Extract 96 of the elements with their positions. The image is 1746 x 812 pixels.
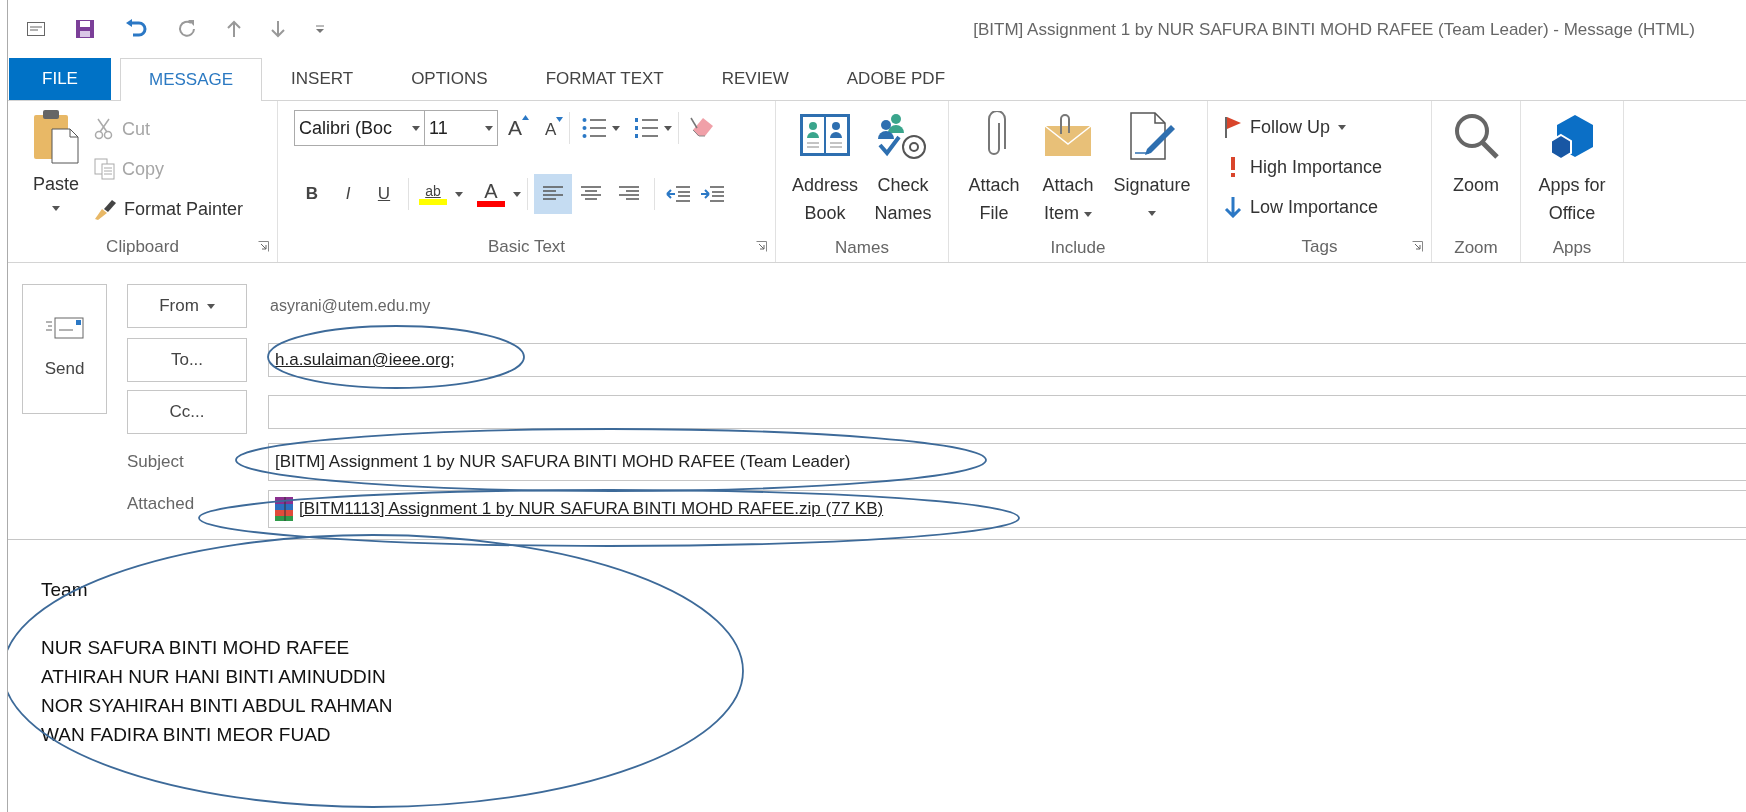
redo-icon[interactable] <box>177 19 197 39</box>
numbering-button[interactable] <box>634 117 673 139</box>
group-label: Names <box>835 236 889 259</box>
save-icon[interactable] <box>75 19 95 39</box>
to-button[interactable]: To... <box>127 338 247 382</box>
magnifier-icon <box>1452 111 1500 161</box>
low-importance-button[interactable]: Low Importance <box>1224 187 1431 227</box>
sender-address: asyrani@utem.edu.my <box>270 296 431 316</box>
body-text-line: NUR SAFURA BINTI MOHD RAFEE <box>41 636 351 660</box>
caret-icon <box>1148 210 1156 216</box>
numbered-list-icon <box>634 117 659 139</box>
attached-label: Attached <box>127 493 196 516</box>
envelope-paperclip-icon <box>1043 114 1093 158</box>
increase-indent-icon <box>700 185 724 203</box>
italic-button[interactable]: I <box>330 176 366 212</box>
dialog-launcher-icon[interactable] <box>756 241 767 252</box>
attachment-link[interactable]: [BITM1113] Assignment 1 by NUR SAFURA BINTI MOHD RAFEE.zip (77 KB) <box>299 496 884 522</box>
caret-icon <box>513 191 521 197</box>
ribbon-tab[interactable]: ADOBE PDF <box>817 58 975 100</box>
group-label: Basic Text <box>487 236 566 259</box>
group-label: Apps <box>1552 236 1592 259</box>
exclamation-icon <box>1231 157 1235 177</box>
clear-formatting-button[interactable] <box>689 116 716 140</box>
ribbon-tab[interactable]: FILE <box>9 58 111 100</box>
follow-up-button[interactable]: Follow Up <box>1224 107 1431 147</box>
align-left-icon <box>542 185 564 203</box>
down-triangle-icon <box>556 116 564 122</box>
ribbon-tab[interactable]: REVIEW <box>692 58 818 100</box>
caret-icon <box>1084 211 1092 217</box>
high-importance-button[interactable]: High Importance <box>1224 147 1431 187</box>
underline-button[interactable]: U <box>366 176 402 212</box>
undo-icon[interactable] <box>125 19 147 39</box>
format-painter-button[interactable]: Format Painter <box>94 189 244 229</box>
grow-font-button[interactable]: A <box>508 112 529 144</box>
cc-field[interactable] <box>268 395 1746 429</box>
font-size-combobox[interactable]: 11 <box>425 110 498 146</box>
group-label: Zoom <box>1454 236 1498 259</box>
group-label: Include <box>1050 236 1106 259</box>
font-name-combobox[interactable]: Calibri (Boc <box>294 110 425 146</box>
caret-icon <box>206 303 215 309</box>
check-names-button[interactable]: Check Names <box>869 105 937 233</box>
font-color-button[interactable]: A <box>477 181 521 207</box>
caret-icon <box>52 206 60 211</box>
caret-icon <box>612 125 621 131</box>
customize-icon[interactable] <box>315 24 325 34</box>
ribbon-tab[interactable]: OPTIONS <box>382 58 517 100</box>
to-field[interactable]: h.a.sulaiman@ieee.org; <box>268 343 1746 377</box>
apps-for-office-button[interactable]: Apps for Office <box>1526 105 1618 233</box>
up-arrow-icon[interactable] <box>227 20 241 38</box>
body-text-line: NOR SYAHIRAH BINTI ABDUL RAHMAN <box>41 694 394 718</box>
ribbon-tab[interactable]: FORMAT TEXT <box>516 58 693 100</box>
bullets-button[interactable] <box>582 117 621 139</box>
cc-button[interactable]: Cc... <box>127 390 247 434</box>
zoom-button[interactable]: Zoom <box>1441 105 1511 233</box>
paintbrush-icon <box>94 198 118 220</box>
clipboard-icon <box>32 109 80 165</box>
paste-button[interactable]: Paste <box>24 109 88 221</box>
caret-icon <box>455 191 463 197</box>
ribbon-tab[interactable]: INSERT <box>262 58 383 100</box>
down-arrow-icon[interactable] <box>271 20 285 38</box>
down-arrow-icon <box>1224 196 1242 218</box>
envelope-icon[interactable] <box>27 22 45 36</box>
align-left-button[interactable] <box>534 174 572 214</box>
copy-icon <box>94 158 116 180</box>
recipient-address[interactable]: h.a.sulaiman@ieee.org; <box>275 347 455 373</box>
subject-field[interactable]: [BITM] Assignment 1 by NUR SAFURA BINTI MOHD RAFEE (Team Leader) <box>268 443 1746 481</box>
dialog-launcher-icon[interactable] <box>258 241 269 252</box>
body-text-line: ATHIRAH NUR HANI BINTI AMINUDDIN <box>41 665 387 689</box>
group-label: Tags <box>1301 236 1338 259</box>
shrink-font-button[interactable]: A <box>545 113 564 143</box>
ribbon-tab[interactable]: MESSAGE <box>120 58 263 101</box>
send-button[interactable]: Send <box>22 284 107 414</box>
bulleted-list-icon <box>582 117 607 139</box>
cubes-icon <box>1549 113 1595 159</box>
decrease-indent-icon <box>666 185 690 203</box>
caret-icon <box>1338 124 1347 130</box>
attach-file-button[interactable]: Attach File <box>958 105 1030 233</box>
flag-icon <box>1224 116 1242 138</box>
eraser-icon <box>689 116 716 140</box>
caret-icon <box>485 125 493 131</box>
address-book-button[interactable]: Address Book <box>787 105 863 233</box>
document-pen-icon <box>1127 111 1177 161</box>
align-center-icon <box>580 185 602 203</box>
attach-item-button[interactable]: Attach Item <box>1032 105 1104 233</box>
group-label: Clipboard <box>106 236 179 259</box>
signature-button[interactable]: Signature <box>1106 105 1198 233</box>
from-button[interactable]: From <box>127 284 247 328</box>
caret-icon <box>664 125 673 131</box>
window-title: [BITM] Assignment 1 by NUR SAFURA BINTI MOHD RAFEE (Team Leader) - Message (HTML) <box>973 19 1696 42</box>
dialog-launcher-icon[interactable] <box>1412 241 1423 252</box>
align-right-icon <box>618 185 640 203</box>
caret-icon <box>412 125 420 131</box>
up-triangle-icon <box>522 115 529 121</box>
highlight-button[interactable]: ab <box>419 183 463 205</box>
bold-button[interactable]: B <box>294 176 330 212</box>
subject-label: Subject <box>127 451 185 474</box>
